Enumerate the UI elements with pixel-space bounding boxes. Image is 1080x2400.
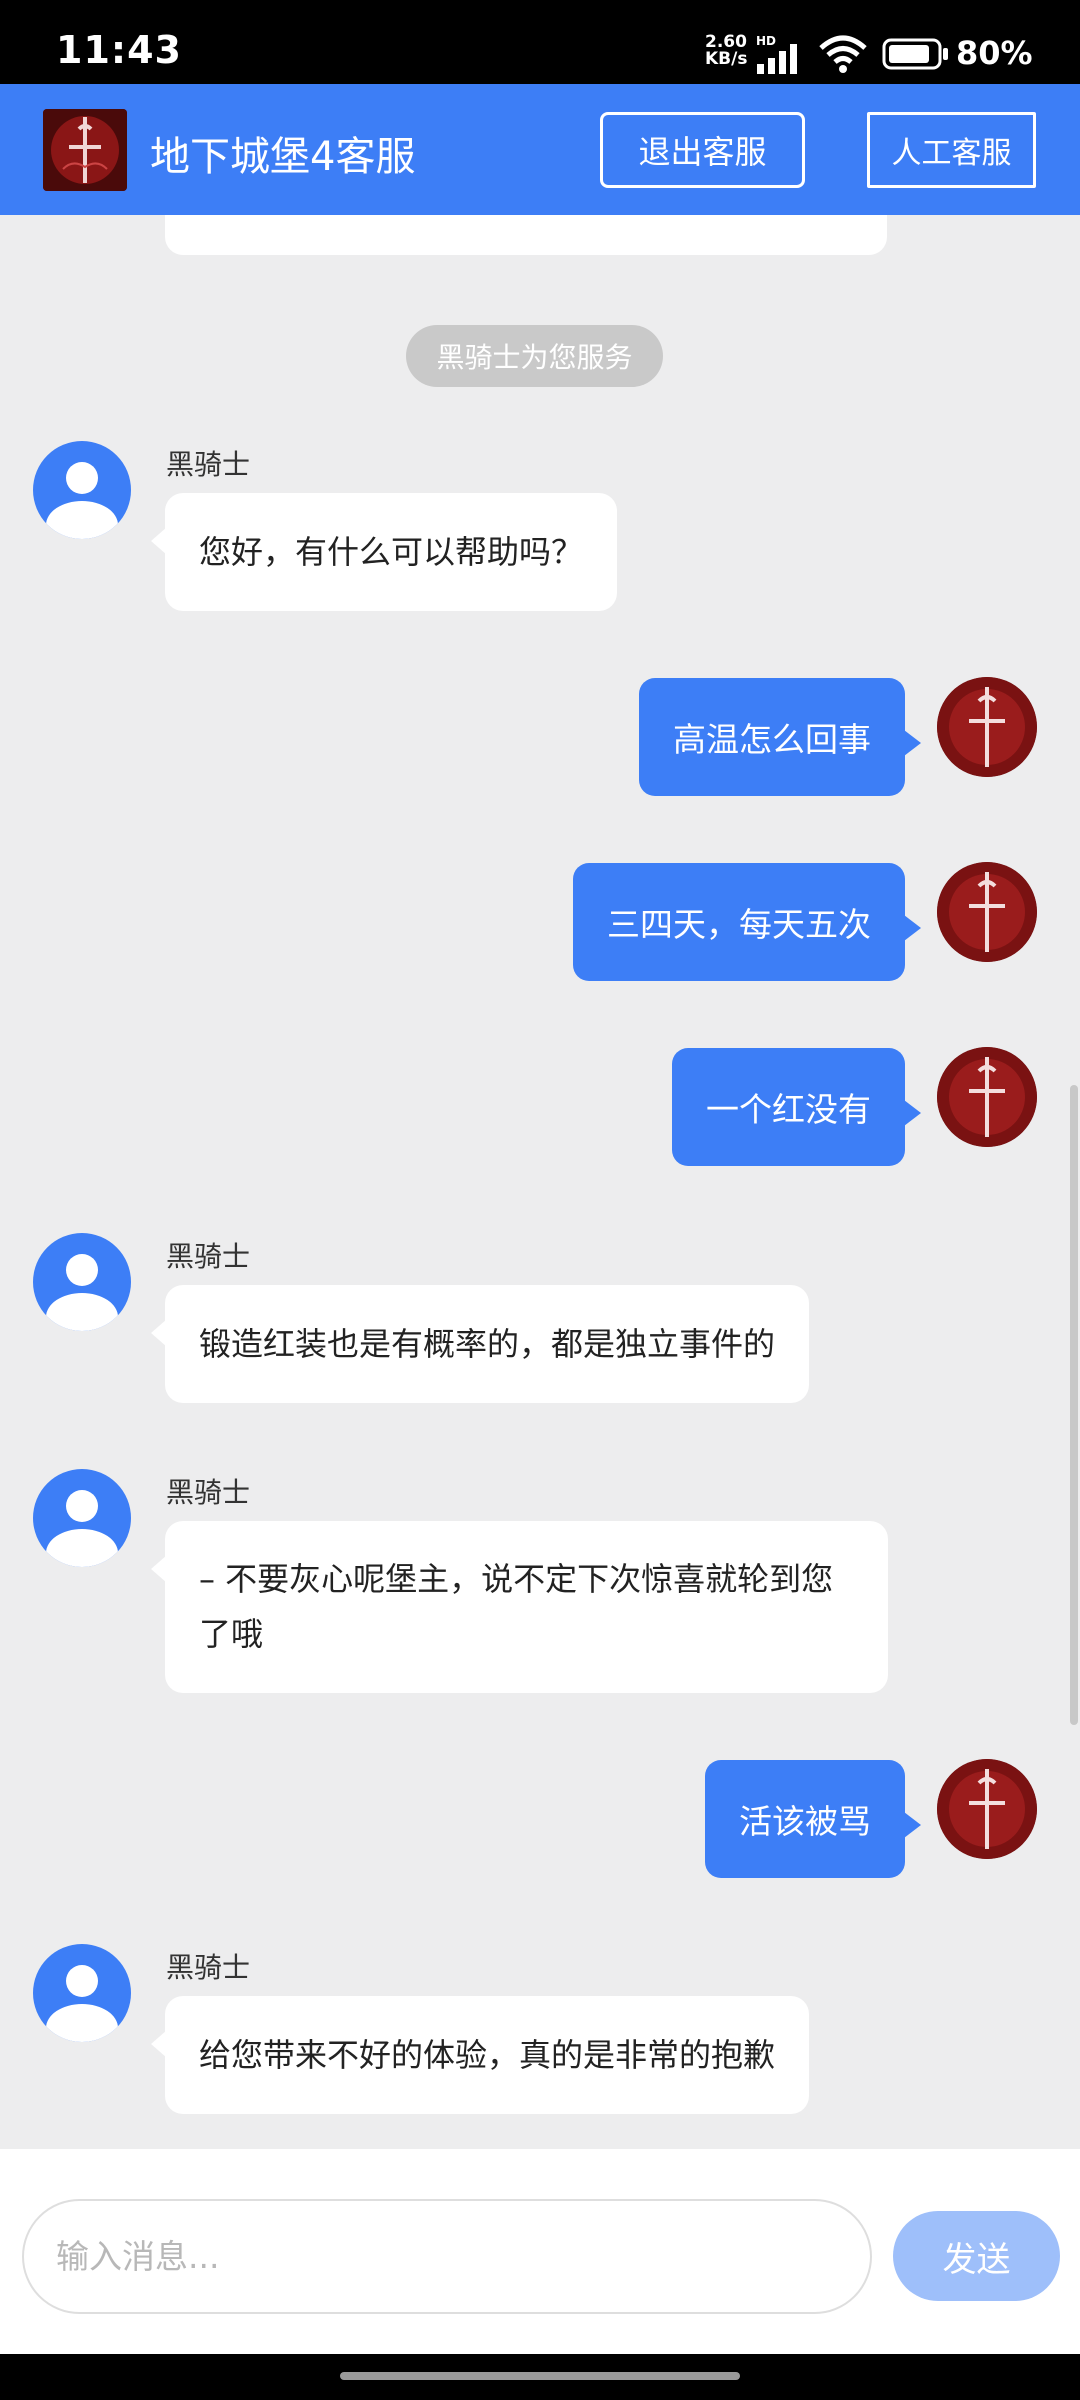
status-time: 11:43 [56, 28, 182, 72]
my-message: 三四天，每天五次 [573, 863, 921, 981]
agent-avatar [33, 1233, 131, 1331]
human-service-button[interactable]: 人工客服 [867, 112, 1036, 188]
message-input[interactable] [22, 2199, 872, 2314]
exit-service-button[interactable]: 退出客服 [600, 112, 805, 188]
agent-message: 您好，有什么可以帮助吗？ [150, 493, 618, 611]
my-avatar [937, 677, 1037, 777]
agent-message: 给您带来不好的体验，真的是非常的抱歉 [150, 1996, 810, 2114]
agent-avatar [33, 441, 131, 539]
agent-avatar [33, 1469, 131, 1567]
agent-message: 锻造红装也是有概率的，都是独立事件的 [150, 1285, 810, 1403]
wifi-icon [819, 35, 867, 73]
sender-name: 黑骑士 [166, 1951, 251, 1984]
chat-messages[interactable]: 黑骑士为您服务 黑骑士 您好，有什么可以帮助吗？ 高温怎么回事 三四天，每天五次… [0, 215, 1080, 2149]
network-speed-unit: KB/s [705, 49, 748, 69]
home-indicator[interactable] [340, 2372, 740, 2380]
page-title: 地下城堡4客服 [150, 134, 416, 180]
sender-name: 黑骑士 [166, 448, 251, 481]
my-avatar [937, 862, 1037, 962]
send-button[interactable]: 发送 [893, 2211, 1060, 2301]
my-message: 活该被骂 [705, 1760, 921, 1878]
system-notice: 黑骑士为您服务 [406, 325, 663, 387]
sender-name: 黑骑士 [166, 1240, 251, 1273]
app-logo [43, 109, 127, 191]
chat-header: 地下城堡4客服 退出客服 人工客服 [0, 84, 1080, 215]
my-message: 一个红没有 [672, 1048, 921, 1166]
my-message: 高温怎么回事 [639, 678, 921, 796]
status-bar: 11:43 2.60 KB/s HD 80% [0, 0, 1080, 84]
network-speed: 2.60 KB/s [705, 34, 751, 68]
agent-message: – 不要灰心呢堡主，说不定下次惊喜就轮到您了哦 [151, 1521, 888, 1693]
signal-icon [757, 44, 797, 74]
agent-avatar [33, 1944, 131, 2042]
my-avatar [937, 1047, 1037, 1147]
input-bar: 发送 [0, 2149, 1080, 2354]
system-nav-bar [0, 2354, 1080, 2400]
battery-icon [882, 38, 948, 70]
sender-name: 黑骑士 [166, 1476, 251, 1509]
message-bubble-partial [151, 215, 887, 255]
my-avatar [937, 1759, 1037, 1859]
battery-percent: 80% [956, 34, 1033, 72]
chat-scrollbar[interactable] [1070, 1085, 1078, 1725]
